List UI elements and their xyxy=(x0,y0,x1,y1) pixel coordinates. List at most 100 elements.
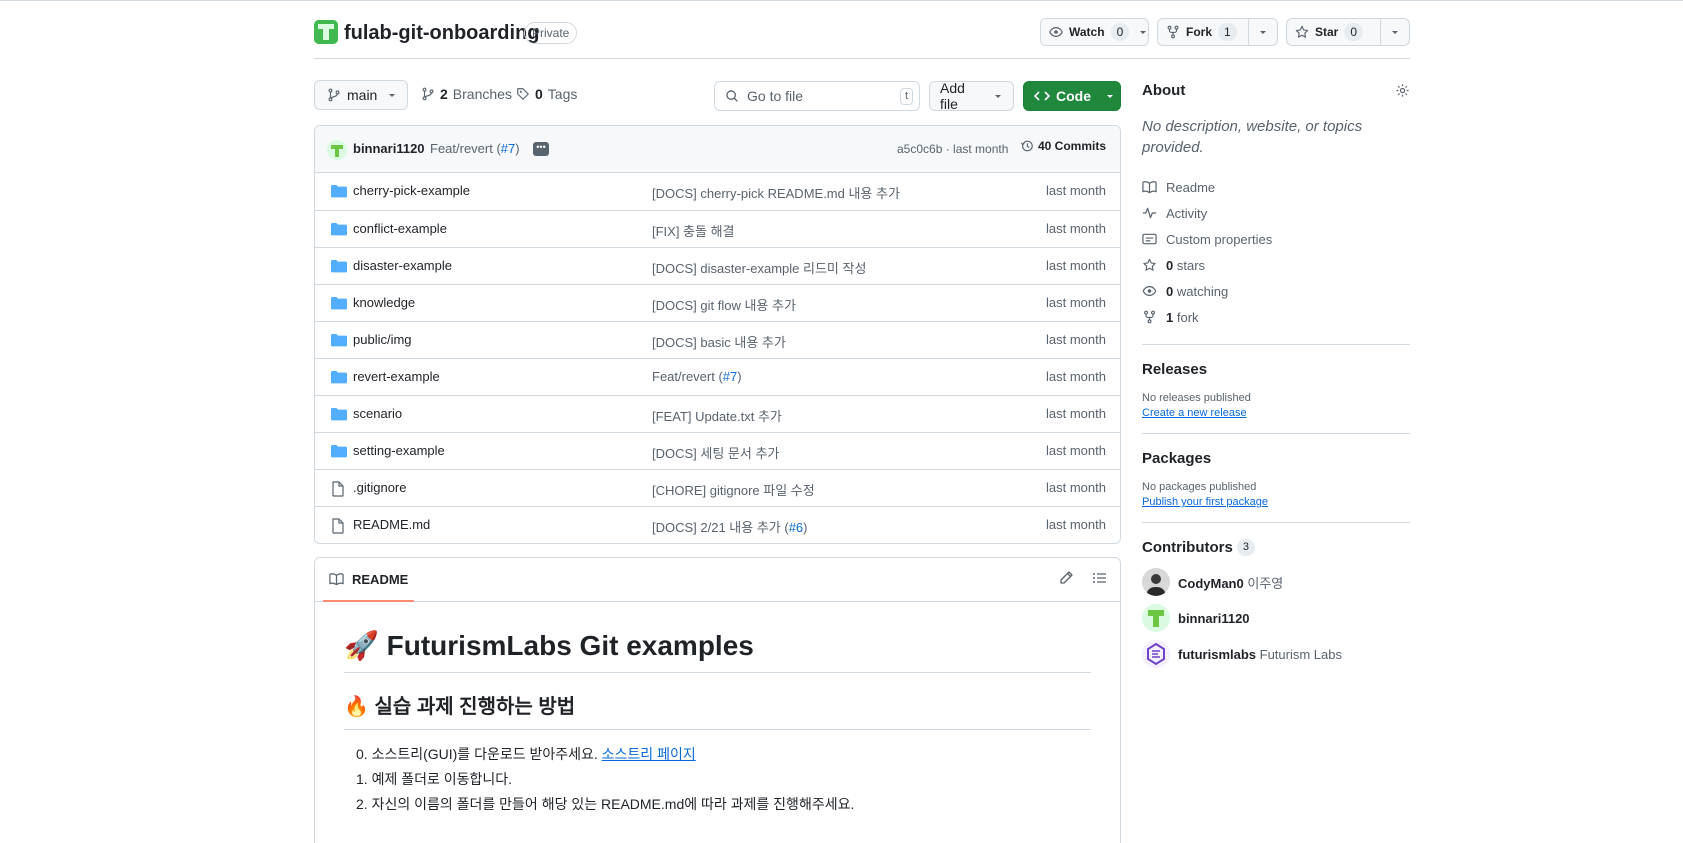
add-file-button[interactable]: Add file xyxy=(929,80,1014,112)
file-row[interactable]: README.md [DOCS] 2/21 내용 추가 (#6) last mont… xyxy=(315,506,1120,543)
contributor-name: 이주영 xyxy=(1247,575,1284,591)
contributors-heading[interactable]: Contributors xyxy=(1142,539,1233,556)
file-name-link[interactable]: scenario xyxy=(353,406,402,421)
file-row[interactable]: scenario [FEAT] Update.txt 추가 last month xyxy=(315,395,1120,432)
file-row[interactable]: .gitignore [CHORE] gitignore 파일 수정 last mo… xyxy=(315,469,1120,506)
watching-link[interactable]: 0 watching xyxy=(1142,278,1410,304)
file-row[interactable]: public/img [DOCS] basic 내용 추가 last month xyxy=(315,321,1120,358)
contributor-item[interactable]: futurismlabs Futurism Labs xyxy=(1142,636,1410,672)
readme-tools xyxy=(1058,570,1108,586)
file-name-link[interactable]: README.md xyxy=(353,517,430,532)
avatar[interactable] xyxy=(1142,640,1170,668)
branch-selector[interactable]: main xyxy=(314,80,408,110)
pr-link[interactable]: #6 xyxy=(789,520,803,535)
file-commit-message[interactable]: [DOCS] basic 내용 추가 xyxy=(652,332,786,351)
sourcetree-page-link[interactable]: 소스트리 페이지 xyxy=(602,746,696,762)
file-row[interactable]: disaster-example [DOCS] disaster-example … xyxy=(315,247,1120,284)
forks-link[interactable]: 1 fork xyxy=(1142,304,1410,330)
file-commit-message[interactable]: Feat/revert (#7) xyxy=(652,369,742,384)
watching-label: watching xyxy=(1176,283,1229,299)
repo-name-link[interactable]: fulab-git-onboarding xyxy=(344,20,540,46)
avatar[interactable] xyxy=(327,140,347,160)
chevron-down-icon xyxy=(1105,91,1115,101)
releases-heading[interactable]: Releases xyxy=(1142,361,1410,378)
fork-button[interactable]: Fork 1 xyxy=(1157,18,1278,46)
list-text: 자신의 이름의 폴더를 만들어 해당 있는 README.md에 따라 과제를 … xyxy=(371,796,855,812)
avatar[interactable] xyxy=(1142,604,1170,632)
watch-label: Watch xyxy=(1069,25,1105,39)
chevron-down-icon[interactable] xyxy=(1379,19,1409,45)
publish-package-link[interactable]: Publish your first package xyxy=(1142,496,1410,508)
file-row[interactable]: setting-example [DOCS] 세팅 문서 추가 last month xyxy=(315,432,1120,469)
file-row[interactable]: conflict-example [FIX] 충돌 해결 last month xyxy=(315,210,1120,247)
repo-avatar[interactable] xyxy=(314,20,338,44)
file-commit-message[interactable]: [DOCS] 2/21 내용 추가 (#6) xyxy=(652,517,808,536)
outline-list-icon[interactable] xyxy=(1092,570,1108,586)
pr-link[interactable]: #7 xyxy=(723,369,737,384)
chevron-down-icon[interactable] xyxy=(1137,19,1148,45)
commit-message-text: [DOCS] cherry-pick README.md 내용 추가 xyxy=(652,186,900,201)
commit-message[interactable]: Feat/revert (#7) xyxy=(430,141,520,156)
watch-button[interactable]: Watch 0 xyxy=(1040,18,1149,46)
file-name-link[interactable]: conflict-example xyxy=(353,221,447,236)
file-name-link[interactable]: revert-example xyxy=(353,369,440,384)
commit-author-link[interactable]: binnari1120 xyxy=(353,141,425,156)
commit-sha-date[interactable]: a5c0c6b · last month xyxy=(897,142,1008,156)
code-button[interactable]: Code xyxy=(1023,81,1121,111)
note-icon xyxy=(1142,232,1157,246)
file-name-link[interactable]: public/img xyxy=(353,332,412,347)
file-commit-message[interactable]: [FEAT] Update.txt 추가 xyxy=(652,406,782,425)
file-name-link[interactable]: disaster-example xyxy=(353,258,452,273)
contributor-item[interactable]: binnari1120 xyxy=(1142,600,1410,636)
file-commit-message[interactable]: [DOCS] git flow 내용 추가 xyxy=(652,295,796,314)
branches-link[interactable]: 2 Branches xyxy=(421,86,512,102)
avatar[interactable] xyxy=(1142,568,1170,596)
custom-properties-link[interactable]: Custom properties xyxy=(1142,226,1410,252)
file-commit-message[interactable]: [DOCS] cherry-pick README.md 내용 추가 xyxy=(652,183,900,202)
tab-readme[interactable]: README xyxy=(323,558,415,602)
contributor-item[interactable]: CodyMan0 이주영 xyxy=(1142,564,1410,600)
expand-commit-icon[interactable]: ••• xyxy=(533,142,549,156)
file-commit-date: last month xyxy=(1046,369,1106,384)
contributors-count: 3 xyxy=(1236,539,1255,556)
pencil-icon[interactable] xyxy=(1058,570,1074,586)
file-row[interactable]: cherry-pick-example [DOCS] cherry-pick RE… xyxy=(315,173,1120,210)
readme-link[interactable]: Readme xyxy=(1142,174,1410,200)
stars-link[interactable]: 0 stars xyxy=(1142,252,1410,278)
create-release-link[interactable]: Create a new release xyxy=(1142,407,1410,419)
file-commit-message[interactable]: [DOCS] 세팅 문서 추가 xyxy=(652,443,779,462)
chevron-down-icon[interactable] xyxy=(1247,19,1277,45)
file-name-link[interactable]: knowledge xyxy=(353,295,415,310)
file-commit-message[interactable]: [DOCS] disaster-example 리드미 작성 xyxy=(652,258,866,277)
custom-properties-label: Custom properties xyxy=(1166,231,1273,247)
stars-count: 0 xyxy=(1166,257,1174,273)
readme-link-label: Readme xyxy=(1166,179,1216,195)
file-commit-message[interactable]: [CHORE] gitignore 파일 수정 xyxy=(652,480,815,499)
file-name-link[interactable]: cherry-pick-example xyxy=(353,183,470,198)
file-row[interactable]: knowledge [DOCS] git flow 내용 추가 last month xyxy=(315,284,1120,321)
sidebar: About No description, website, or topics… xyxy=(1142,80,1410,672)
list-number: 2. xyxy=(356,796,368,812)
file-icon xyxy=(331,481,345,497)
file-name-link[interactable]: .gitignore xyxy=(353,480,406,495)
packages-heading[interactable]: Packages xyxy=(1142,450,1410,467)
activity-link[interactable]: Activity xyxy=(1142,200,1410,226)
forks-count: 1 xyxy=(1166,309,1174,325)
readme-ordered-list: 0. 소스트리(GUI)를 다운로드 받아주세요. 소스트리 페이지 1. 예제 … xyxy=(344,742,1091,817)
star-label: Star xyxy=(1315,25,1339,39)
file-commit-message[interactable]: [FIX] 충돌 해결 xyxy=(652,221,735,240)
commit-message-text: Feat/revert ( xyxy=(430,141,501,156)
pr-link[interactable]: #7 xyxy=(501,141,515,156)
gear-icon[interactable] xyxy=(1395,83,1410,98)
star-button[interactable]: Star 0 xyxy=(1286,18,1410,46)
file-name-link[interactable]: setting-example xyxy=(353,443,445,458)
go-to-file-search[interactable]: Go to file t xyxy=(714,81,920,111)
commits-count: 40 Commits xyxy=(1038,139,1107,153)
list-item: 2. 자신의 이름의 폴더를 만들어 해당 있는 README.md에 따라 과… xyxy=(344,792,1091,817)
file-row[interactable]: revert-example Feat/revert (#7) last month xyxy=(315,358,1120,395)
commit-message-text: [DOCS] git flow 내용 추가 xyxy=(652,298,796,313)
commits-history-link[interactable]: 40 Commits xyxy=(1020,139,1106,153)
commit-message-suffix: ) xyxy=(737,369,742,384)
tags-link[interactable]: 0 Tags xyxy=(516,86,577,102)
about-heading: About xyxy=(1142,81,1186,99)
